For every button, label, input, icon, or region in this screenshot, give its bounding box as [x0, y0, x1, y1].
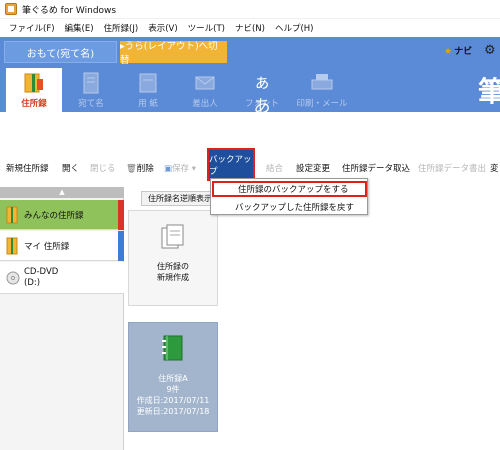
- new-book-icon: [161, 224, 184, 249]
- menu-edit[interactable]: 編集(E): [60, 22, 99, 34]
- sender-icon: [195, 76, 215, 90]
- delete-button[interactable]: 🗑削除: [126, 162, 154, 174]
- app-logo-char: 筆: [478, 75, 500, 108]
- book-created: 作成日:2017/07/11: [136, 396, 210, 405]
- backup-address-book-item[interactable]: 住所録のバックアップをする: [212, 181, 367, 197]
- menu-bar: ファイル(F) 編集(E) 住所録(J) 表示(V) ツール(T) ナビ(N) …: [0, 19, 500, 37]
- mode-sender[interactable]: 差出人: [177, 68, 233, 112]
- tab-front[interactable]: おもて(宛て名): [4, 41, 117, 63]
- close-button[interactable]: 閉じる: [90, 162, 116, 174]
- sidebar-item-shared-books[interactable]: みんなの住所録: [0, 200, 124, 230]
- sidebar-item-label: CD-DVD: [24, 266, 59, 277]
- trash-icon: 🗑: [126, 164, 137, 174]
- mode-print-mail[interactable]: 印刷・メール: [291, 68, 353, 112]
- open-button[interactable]: 開く: [62, 162, 79, 174]
- import-data-button[interactable]: 住所録データ取込: [342, 162, 410, 174]
- new-book-card[interactable]: 住所録の 新規作成: [128, 210, 218, 306]
- sidebar-item-my-books[interactable]: マイ 住所録: [0, 231, 124, 261]
- green-book-icon: [162, 335, 183, 361]
- book-card-a[interactable]: 住所録A 9件 作成日:2017/07/11 更新日:2017/07/18: [128, 322, 218, 432]
- color-marker: [118, 231, 124, 261]
- merge-button[interactable]: 結合: [266, 162, 283, 174]
- menu-tools[interactable]: ツール(T): [183, 22, 230, 34]
- window-title: 筆ぐるめ for Windows: [22, 5, 117, 16]
- color-marker: [118, 200, 124, 230]
- save-button[interactable]: ▣保存 ▾: [164, 162, 196, 174]
- mode-font[interactable]: ぁあ フォント: [234, 68, 290, 117]
- addressee-icon: [83, 72, 99, 94]
- book-count: 9件: [166, 385, 180, 394]
- sidebar-item-cd-dvd[interactable]: CD-DVD (D:): [0, 262, 124, 294]
- tab-back-switch[interactable]: ▸うら(レイアウト)へ切替: [120, 41, 227, 66]
- shared-book-icon: [6, 206, 18, 223]
- gear-icon[interactable]: ⚙: [484, 43, 496, 58]
- mode-label: 宛て名: [78, 99, 104, 109]
- cd-dvd-labels: CD-DVD (D:): [24, 267, 58, 289]
- menu-file[interactable]: ファイル(F): [4, 22, 60, 34]
- paper-icon: [139, 73, 157, 93]
- backup-dropdown-menu: 住所録のバックアップをする バックアップした住所録を戻す: [210, 178, 368, 215]
- new-card-line2: 新規作成: [157, 273, 189, 282]
- disc-icon: [6, 271, 20, 284]
- book-name: 住所録A: [158, 374, 188, 383]
- new-address-book-button[interactable]: 新規住所録: [6, 162, 49, 174]
- sidebar-scroll-up[interactable]: ▲: [0, 187, 124, 198]
- reverse-sort-button[interactable]: 住所録名逆順表示: [141, 191, 219, 206]
- settings-change-button[interactable]: 設定変更: [296, 162, 330, 174]
- title-bar: 筆ぐるめ for Windows: [0, 0, 500, 19]
- delete-label: 削除: [136, 164, 154, 174]
- sidebar-item-label: みんなの住所録: [24, 210, 84, 221]
- mode-label: 印刷・メール: [296, 99, 348, 109]
- menu-view[interactable]: 表示(V): [143, 22, 182, 34]
- mode-paper[interactable]: 用 紙: [120, 68, 176, 112]
- my-book-icon: [6, 237, 18, 254]
- menu-help[interactable]: ヘルプ(H): [270, 22, 319, 34]
- restore-address-book-item[interactable]: バックアップした住所録を戻す: [211, 199, 367, 215]
- font-icon: ぁあ: [253, 73, 271, 117]
- more-button[interactable]: 変: [490, 162, 499, 174]
- address-book-icon: [24, 73, 43, 93]
- star-icon: ★: [444, 47, 453, 57]
- sidebar-item-label: マイ 住所録: [24, 241, 70, 252]
- export-data-button[interactable]: 住所録データ書出: [418, 162, 486, 174]
- sidebar-item-sub: (D:): [24, 277, 41, 288]
- printer-icon: [311, 74, 333, 90]
- chevron-down-icon: ▾: [189, 164, 197, 174]
- mode-address-book[interactable]: 住所録: [6, 68, 62, 112]
- mode-label: 用 紙: [138, 99, 158, 109]
- backup-button[interactable]: バックアップ: [207, 148, 255, 181]
- save-label: 保存: [172, 164, 190, 174]
- navi-button[interactable]: ★ ナビ: [444, 44, 472, 57]
- mode-label: 差出人: [192, 99, 218, 109]
- navi-label: ナビ: [454, 47, 473, 57]
- app-icon: [5, 3, 17, 15]
- mode-addressee[interactable]: 宛て名: [63, 68, 119, 112]
- menu-address-book[interactable]: 住所録(J): [99, 22, 144, 34]
- mode-label: 住所録: [21, 99, 47, 109]
- menu-navi[interactable]: ナビ(N): [230, 22, 270, 34]
- book-updated: 更新日:2017/07/18: [136, 407, 210, 416]
- save-icon: ▣: [164, 164, 173, 174]
- new-card-line1: 住所録の: [157, 262, 189, 271]
